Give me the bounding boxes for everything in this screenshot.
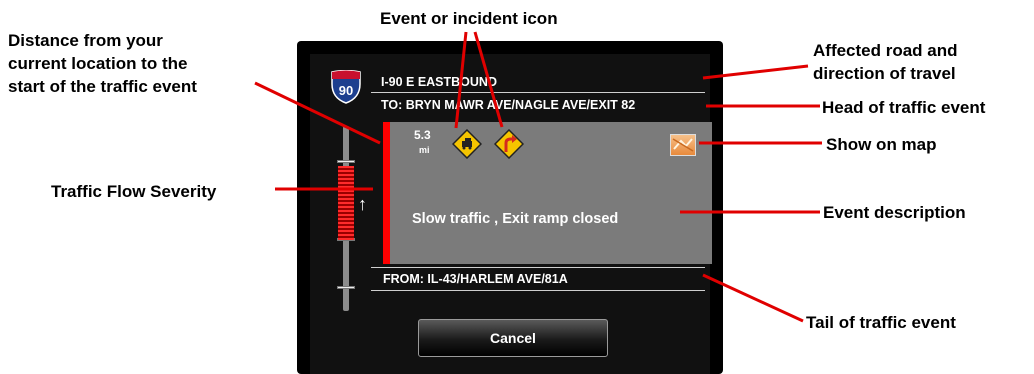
annotation-distance-line-3: start of the traffic event <box>8 77 197 96</box>
shield-number: 90 <box>339 83 353 98</box>
annotation-distance-line-2: current location to the <box>8 54 188 73</box>
annotation-affected-road-line-2: direction of travel <box>813 64 956 83</box>
slow-traffic-icon[interactable] <box>452 129 482 159</box>
road-title: I-90 E EASTBOUND <box>381 75 497 89</box>
annotation-affected-road-line-1: Affected road and <box>813 41 958 60</box>
traffic-flow-severity-bar <box>338 166 354 240</box>
divider <box>371 92 705 93</box>
event-description: Slow traffic , Exit ramp closed <box>412 211 619 227</box>
annotation-distance-line-1: Distance from your <box>8 31 163 50</box>
annotation-description: Event description <box>823 203 966 222</box>
event-details-panel: 5.3 mi Slow traffic , Exit ramp closed <box>383 122 712 264</box>
show-on-map-button[interactable] <box>670 134 696 156</box>
annotation-event-icon: Event or incident icon <box>380 9 558 28</box>
annotation-tail: Tail of traffic event <box>806 313 956 332</box>
interstate-shield-icon: 90 <box>330 70 362 104</box>
shield-top <box>332 70 360 79</box>
exit-ramp-closed-icon[interactable] <box>494 129 524 159</box>
road-tick <box>337 160 355 163</box>
distance-unit: mi <box>419 145 430 155</box>
distance-value: 5.3 <box>414 128 431 142</box>
annotation-severity: Traffic Flow Severity <box>51 182 217 201</box>
cancel-button[interactable]: Cancel <box>418 319 608 357</box>
head-of-event: TO: BRYN MAWR AVE/NAGLE AVE/EXIT 82 <box>381 98 636 112</box>
up-arrow-icon: ↑ <box>358 194 367 214</box>
annotation-head: Head of traffic event <box>822 98 986 117</box>
divider <box>371 267 705 268</box>
traffic-event-dialog: 90 I-90 E EASTBOUND TO: BRYN MAWR AVE/NA… <box>297 41 723 374</box>
divider <box>371 290 705 291</box>
tail-of-event: FROM: IL-43/HARLEM AVE/81A <box>383 272 568 286</box>
road-tick <box>337 286 355 289</box>
annotation-show-on-map: Show on map <box>826 135 937 154</box>
